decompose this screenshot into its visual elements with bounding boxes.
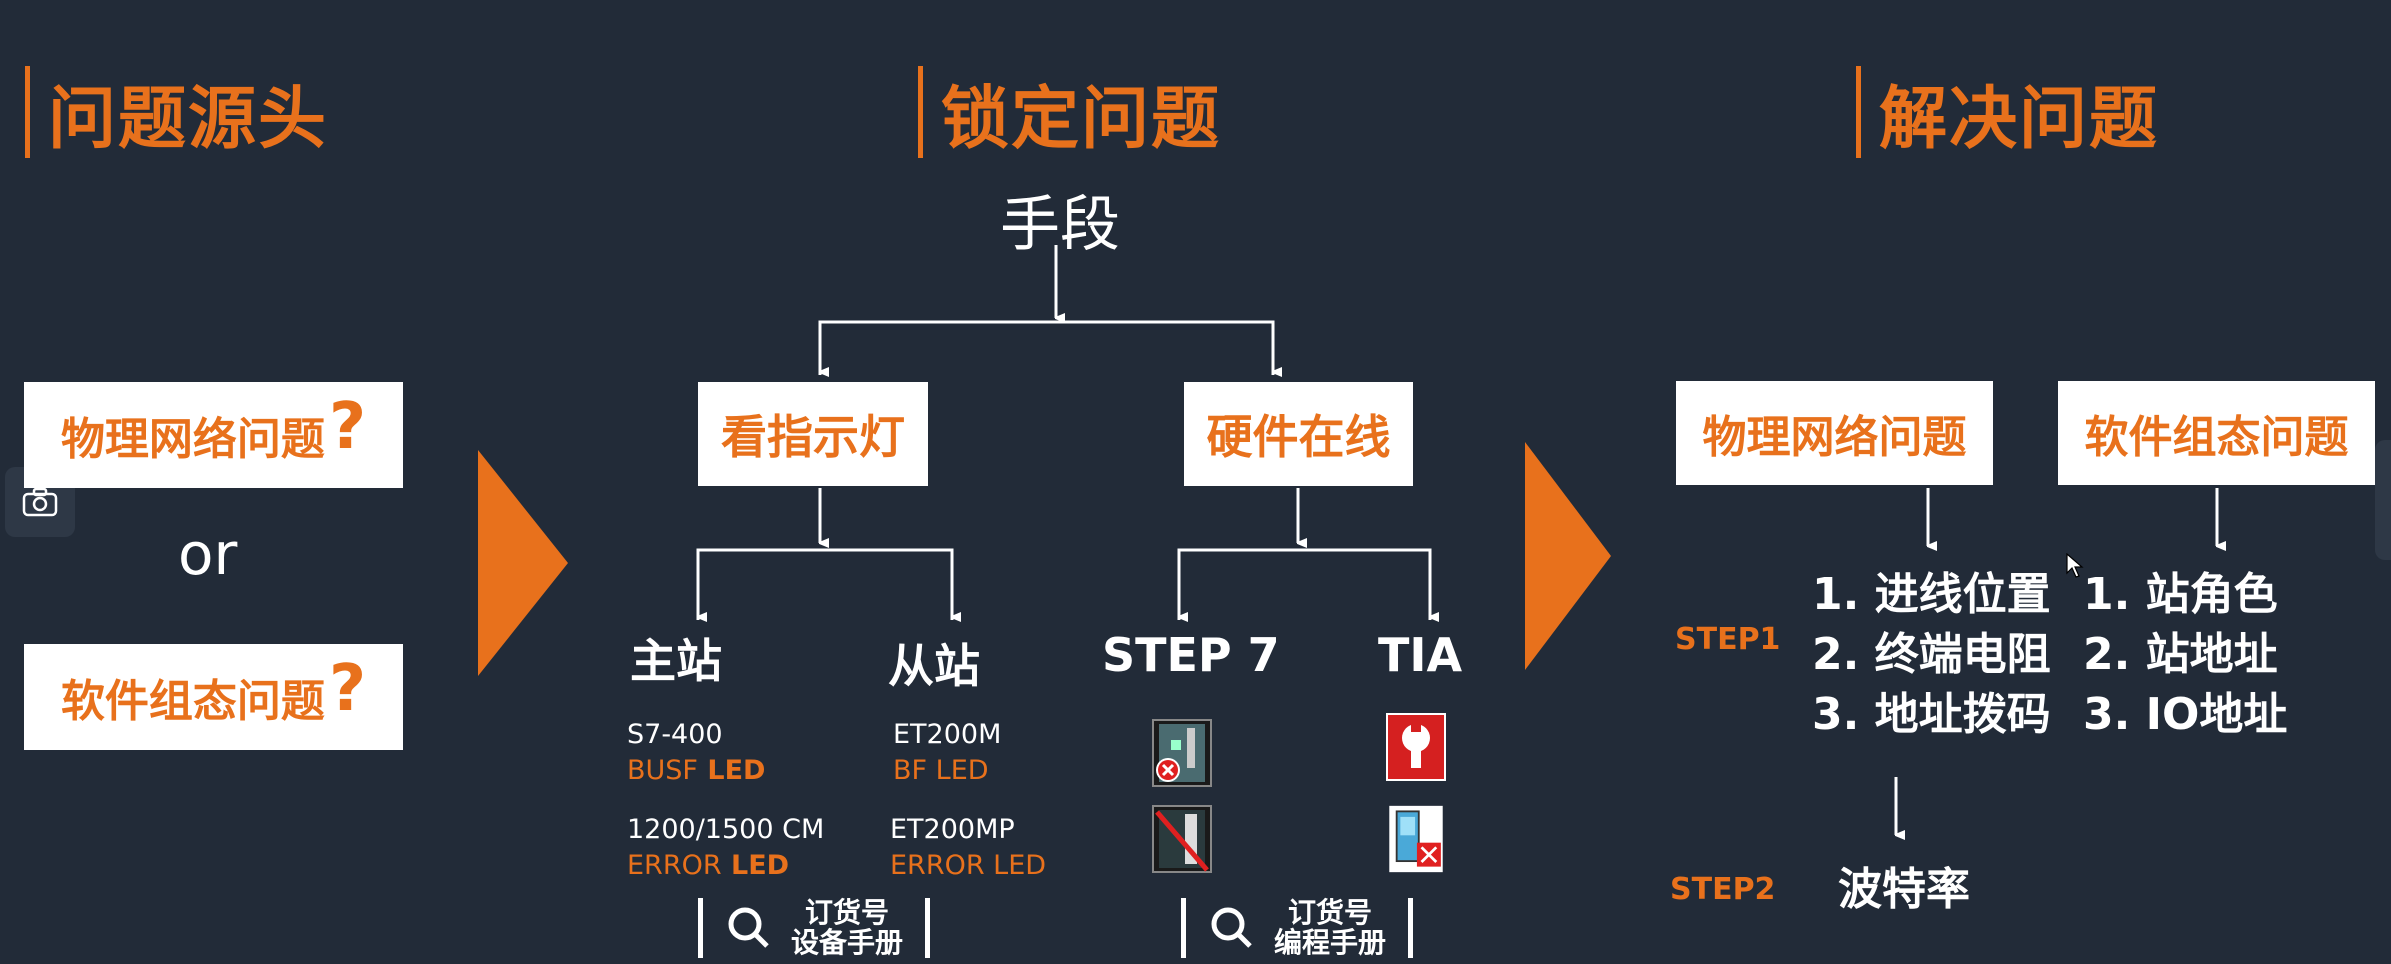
device-manual-text: 设备手册 bbox=[791, 926, 904, 959]
physical-steps-list: 1. 进线位置 2. 终端电阻 3. 地址拨码 bbox=[1812, 565, 2051, 745]
baud-rate-text: 波特率 bbox=[1838, 864, 1970, 915]
search-hint-programming-manual: 订货号 编程手册 bbox=[1181, 896, 1414, 959]
programming-manual-text: 编程手册 bbox=[1274, 926, 1387, 959]
led-suffix: LED bbox=[984, 850, 1047, 881]
order-number-text: 订货号 bbox=[1288, 896, 1373, 929]
led-prefix: BUSF bbox=[627, 755, 698, 786]
software-step: 2. 站地址 bbox=[2083, 629, 2278, 680]
divider bbox=[1408, 898, 1414, 958]
order-number-text: 订货号 bbox=[805, 896, 890, 929]
search-hint-device-manual: 订货号 设备手册 bbox=[698, 896, 931, 959]
led-prefix: ERROR bbox=[890, 850, 985, 881]
slave-model: ET200MP bbox=[890, 814, 1015, 845]
master-label: 主站 bbox=[630, 634, 722, 688]
master-item-1: S7-400 BUSF LED bbox=[627, 717, 765, 789]
module-error-icon bbox=[1152, 719, 1212, 787]
magnifier-icon bbox=[1211, 907, 1252, 948]
solve-software-label: 软件组态问题 bbox=[2084, 412, 2349, 463]
led-suffix: LED bbox=[697, 755, 766, 786]
divider bbox=[698, 898, 703, 958]
divider bbox=[925, 898, 931, 958]
step2-label: STEP2 bbox=[1670, 872, 1776, 907]
slave-label: 从站 bbox=[888, 639, 980, 693]
step7-label: STEP 7 bbox=[1102, 628, 1280, 682]
slave-model: ET200M bbox=[893, 719, 1002, 750]
master-model: S7-400 bbox=[627, 719, 723, 750]
master-item-2: 1200/1500 CM ERROR LED bbox=[627, 812, 824, 884]
mouse-cursor-icon bbox=[2066, 553, 2084, 578]
physical-step: 2. 终端电阻 bbox=[1812, 629, 2051, 680]
indicator-box: 看指示灯 bbox=[698, 382, 928, 486]
divider bbox=[1181, 898, 1186, 958]
solve-software-box: 软件组态问题 bbox=[2058, 381, 2375, 485]
software-step: 3. IO地址 bbox=[2083, 689, 2288, 740]
master-model: 1200/1500 CM bbox=[627, 814, 825, 845]
physical-step: 1. 进线位置 bbox=[1812, 569, 2051, 620]
software-steps-list: 1. 站角色 2. 站地址 3. IO地址 bbox=[2083, 565, 2287, 745]
tia-module-error-icon bbox=[1389, 805, 1443, 873]
tia-wrench-icon bbox=[1386, 713, 1446, 781]
physical-step: 3. 地址拨码 bbox=[1812, 689, 2051, 740]
led-suffix: LED bbox=[721, 850, 790, 881]
indicator-label: 看指示灯 bbox=[721, 410, 905, 464]
led-prefix: BF bbox=[893, 755, 928, 786]
slave-item-2: ET200MP ERROR LED bbox=[890, 812, 1046, 884]
module-disabled-icon bbox=[1152, 805, 1212, 873]
hardware-online-label: 硬件在线 bbox=[1206, 410, 1391, 464]
software-step: 1. 站角色 bbox=[2083, 569, 2278, 620]
tia-label: TIA bbox=[1378, 628, 1463, 682]
means-label: 手段 bbox=[1000, 190, 1120, 260]
led-prefix: ERROR bbox=[627, 850, 722, 881]
solve-physical-box: 物理网络问题 bbox=[1676, 381, 1993, 485]
magnifier-icon bbox=[728, 907, 769, 948]
solve-physical-label: 物理网络问题 bbox=[1702, 412, 1967, 463]
led-suffix: LED bbox=[927, 755, 989, 786]
step1-label: STEP1 bbox=[1675, 622, 1781, 657]
hardware-online-box: 硬件在线 bbox=[1184, 382, 1413, 486]
slave-item-1: ET200M BF LED bbox=[893, 717, 1001, 789]
